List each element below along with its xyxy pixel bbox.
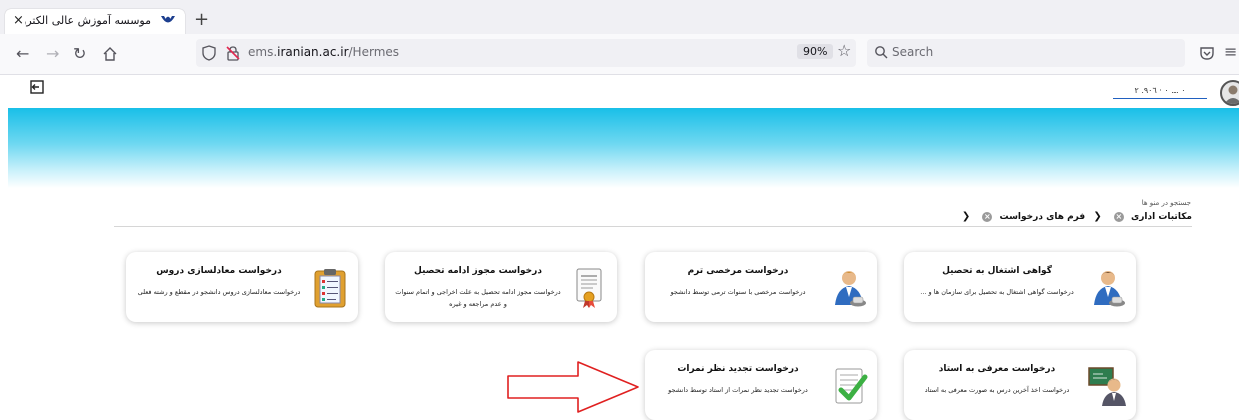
user-name: ٠ .ـ. ٠ · ٩٠٦. ٢ bbox=[1113, 86, 1207, 99]
card-employment-certificate[interactable]: گواهی اشتغال به تحصیل درخواست گواهی اشتغ… bbox=[904, 252, 1136, 322]
pocket-icon[interactable] bbox=[1199, 45, 1215, 61]
certificate-icon bbox=[576, 268, 602, 308]
user-avatar[interactable] bbox=[1220, 80, 1239, 106]
bookmark-star-icon[interactable]: ☆ bbox=[837, 41, 851, 60]
search-bar[interactable]: Search bbox=[867, 39, 1185, 67]
card-description: درخواست تجدید نظر نمرات از استاد توسط دا… bbox=[668, 386, 808, 394]
forward-icon[interactable]: → bbox=[46, 45, 59, 63]
tab-strip: × موسسه آموزش عالی الکترونیکی ا... + bbox=[0, 0, 1239, 35]
back-icon[interactable]: ← bbox=[16, 45, 29, 63]
zoom-level-button[interactable]: 90% bbox=[797, 44, 834, 59]
menu-search-label[interactable]: جستجو در منو ها bbox=[1142, 199, 1191, 207]
user-avatar-icon bbox=[1224, 85, 1239, 104]
hamburger-menu-icon[interactable]: ≡ bbox=[1224, 42, 1237, 61]
breadcrumb-remove-icon[interactable]: × bbox=[982, 211, 993, 222]
new-tab-button[interactable]: + bbox=[194, 11, 209, 29]
search-icon bbox=[875, 46, 888, 59]
url-bar[interactable]: ems.iranian.ac.ir/Hermes 90% ☆ bbox=[196, 39, 856, 67]
search-placeholder: Search bbox=[892, 45, 934, 59]
card-title: گواهی اشتغال به تحصیل bbox=[942, 266, 1052, 276]
card-grade-review[interactable]: درخواست تجدید نظر نمرات درخواست تجدید نظ… bbox=[645, 350, 877, 420]
site-favicon-icon bbox=[161, 16, 175, 23]
breadcrumb-chevron-icon: ❮ bbox=[1093, 211, 1102, 222]
breadcrumb-item-office[interactable]: مکاتبات اداری bbox=[1131, 212, 1192, 222]
breadcrumb: مکاتبات اداری × ❮ فرم های درخواست × ❮ bbox=[957, 211, 1192, 222]
browser-tab[interactable]: × موسسه آموزش عالی الکترونیکی ا... bbox=[5, 9, 185, 35]
breadcrumb-chevron-icon: ❮ bbox=[961, 211, 971, 222]
card-introduce-to-professor[interactable]: درخواست معرفی به استاد درخواست اخذ آخرین… bbox=[904, 350, 1136, 420]
header-banner bbox=[8, 108, 1239, 188]
tab-title: موسسه آموزش عالی الکترونیکی ا... bbox=[25, 14, 151, 27]
card-description: درخواست گواهی اشتغال به تحصیل برای سازما… bbox=[920, 288, 1074, 296]
card-description: درخواست مجوز ادامه تحصیل به علت اخراجی و… bbox=[395, 288, 561, 308]
card-course-equivalence[interactable]: درخواست معادلسازی دروس درخواست معادلسازی… bbox=[126, 252, 358, 322]
insecure-lock-icon[interactable] bbox=[225, 45, 241, 61]
card-description: درخواست اخذ آخرین درس به صورت معرفی به ا… bbox=[924, 386, 1070, 394]
divider bbox=[114, 226, 1192, 227]
breadcrumb-item-forms[interactable]: فرم های درخواست bbox=[1000, 212, 1086, 222]
card-term-leave[interactable]: درخواست مرخصی ترم درخواست مرخصی با سنوات… bbox=[645, 252, 877, 322]
clipboard-icon bbox=[314, 269, 346, 308]
teacher-icon bbox=[1088, 367, 1126, 406]
tab-close-button[interactable]: × bbox=[13, 13, 24, 28]
card-title: درخواست مجوز ادامه تحصیل bbox=[414, 266, 542, 276]
card-title: درخواست معرفی به استاد bbox=[938, 364, 1056, 374]
person-icon bbox=[835, 271, 866, 307]
card-title: درخواست تجدید نظر نمرات bbox=[677, 364, 799, 374]
checklist-icon bbox=[835, 368, 868, 404]
home-icon[interactable] bbox=[102, 45, 118, 63]
reload-icon[interactable]: ↻ bbox=[73, 45, 86, 63]
card-description: درخواست معادلسازی دروس دانشجو در مقطع و … bbox=[137, 288, 301, 296]
navigation-toolbar: ← → ↻ ems.iranian.ac.ir/Hermes 90% ☆ Sea… bbox=[0, 34, 1239, 75]
card-continue-study-permit[interactable]: درخواست مجوز ادامه تحصیل درخواست مجوز اد… bbox=[385, 252, 617, 322]
exit-icon[interactable] bbox=[30, 80, 44, 94]
person-icon bbox=[1094, 271, 1125, 307]
card-title: درخواست مرخصی ترم bbox=[687, 266, 789, 276]
annotation-arrow-icon bbox=[507, 361, 639, 413]
breadcrumb-remove-icon[interactable]: × bbox=[1113, 211, 1124, 222]
shield-icon[interactable] bbox=[202, 45, 216, 61]
url-text[interactable]: ems.iranian.ac.ir/Hermes bbox=[248, 45, 399, 59]
card-title: درخواست معادلسازی دروس bbox=[156, 266, 282, 276]
card-description: درخواست مرخصی با سنوات ترمی توسط دانشجو bbox=[670, 288, 806, 296]
